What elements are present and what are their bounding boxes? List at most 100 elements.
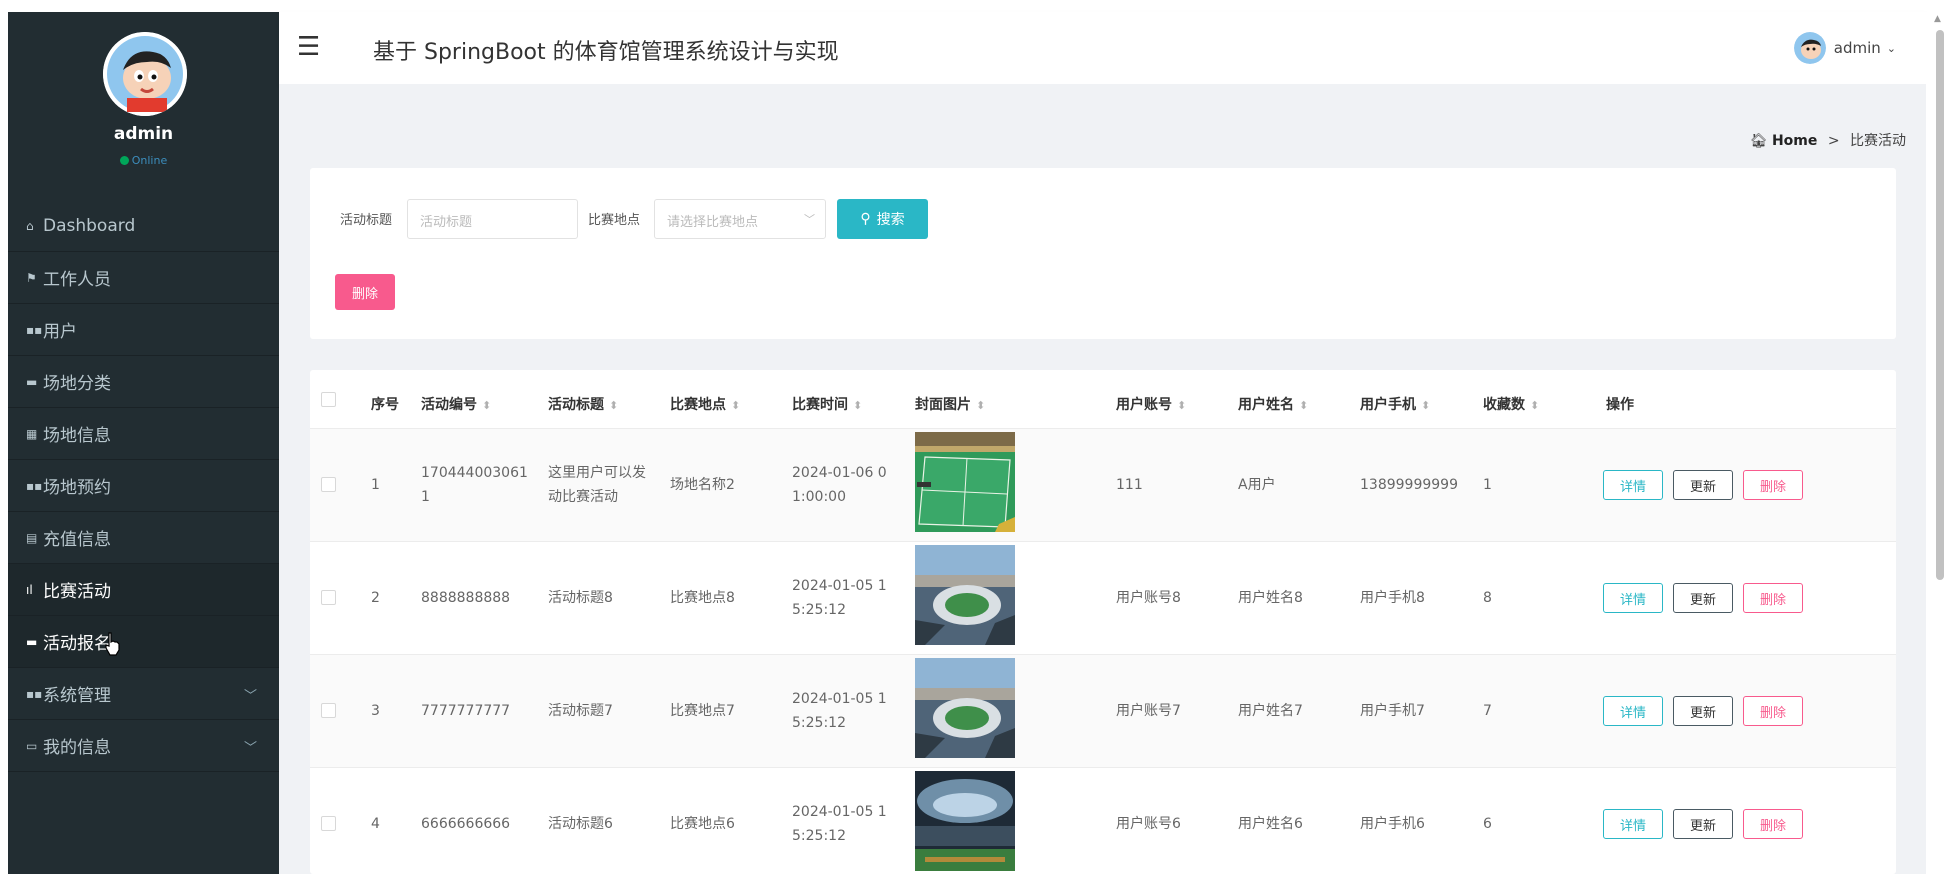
user-dropdown[interactable]: admin ⌄ <box>1793 32 1896 64</box>
sidebar-item-dashboard[interactable]: ⌂ Dashboard <box>8 200 279 252</box>
detail-button[interactable]: 详情 <box>1603 583 1663 613</box>
sidebar-item-registration[interactable]: ▬ 活动报名 <box>8 616 279 668</box>
cell-time-line: 5:25:12 <box>792 828 846 844</box>
flag-icon: ⚑ <box>26 270 37 285</box>
search-button[interactable]: ⚲ 搜索 <box>837 199 928 239</box>
badminton-court-image[interactable] <box>915 432 1015 532</box>
column-header-index: 序号 <box>371 397 399 413</box>
cell-account: 用户账号6 <box>1116 816 1181 832</box>
cell-name: 用户姓名6 <box>1238 816 1303 832</box>
sort-icon[interactable]: ⬍ <box>1177 399 1186 412</box>
sidebar-item-recharge[interactable]: ▤ 充值信息 <box>8 512 279 564</box>
cell-place: 比赛地点6 <box>670 816 735 832</box>
row-checkbox[interactable] <box>321 590 336 605</box>
sidebar-item-venue-category[interactable]: ▬ 场地分类 <box>8 356 279 408</box>
cell-phone: 用户手机7 <box>1360 703 1425 719</box>
sort-icon[interactable]: ⬍ <box>853 399 862 412</box>
breadcrumb-home[interactable]: Home <box>1772 133 1817 149</box>
column-header-time[interactable]: 比赛时间 ⬍ <box>792 394 862 414</box>
column-header-cover[interactable]: 封面图片 ⬍ <box>915 394 985 414</box>
row-checkbox[interactable] <box>321 816 336 831</box>
column-header-label: 收藏数 <box>1483 397 1525 413</box>
cell-index: 1 <box>371 477 380 493</box>
sidebar-item-label: 场地信息 <box>43 426 111 446</box>
column-header-account[interactable]: 用户账号 ⬍ <box>1116 394 1186 414</box>
detail-button[interactable]: 详情 <box>1603 696 1663 726</box>
column-header-code[interactable]: 活动编号 ⬍ <box>421 394 491 414</box>
place-select[interactable]: 请选择比赛地点 ﹀ <box>654 199 826 239</box>
scroll-up-icon[interactable]: ▲ <box>1934 14 1941 24</box>
column-header-favorites[interactable]: 收藏数 ⬍ <box>1483 394 1539 414</box>
cell-name: 用户姓名8 <box>1238 590 1303 606</box>
batch-delete-button[interactable]: 删除 <box>335 274 395 310</box>
update-button[interactable]: 更新 <box>1673 470 1733 500</box>
delete-button[interactable]: 删除 <box>1743 470 1803 500</box>
update-button[interactable]: 更新 <box>1673 696 1733 726</box>
title-search-input[interactable]: 活动标题 <box>407 199 578 239</box>
table-row: 2 8888888888 活动标题8 比赛地点8 2024-01-05 1 5:2… <box>310 542 1896 655</box>
cell-time-line: 2024-01-06 0 <box>792 465 887 481</box>
sidebar-item-label: 充值信息 <box>43 530 111 550</box>
sort-icon[interactable]: ⬍ <box>1421 399 1430 412</box>
table-row: 3 7777777777 活动标题7 比赛地点7 2024-01-05 1 5:2… <box>310 655 1896 768</box>
cell-code-line: 1 <box>421 489 430 505</box>
sort-icon[interactable]: ⬍ <box>1530 399 1539 412</box>
sidebar-item-system[interactable]: ▪▪ 系统管理 ﹀ <box>8 668 279 720</box>
column-header-label: 用户账号 <box>1116 397 1172 413</box>
delete-button[interactable]: 删除 <box>1743 809 1803 839</box>
update-button[interactable]: 更新 <box>1673 809 1733 839</box>
sort-icon[interactable]: ⬍ <box>609 399 618 412</box>
title-filter-label: 活动标题 <box>340 213 393 228</box>
search-icon: ⚲ <box>860 211 871 227</box>
delete-button[interactable]: 删除 <box>1743 583 1803 613</box>
cell-time-line: 2024-01-05 1 <box>792 691 887 707</box>
sidebar-item-my-info[interactable]: ▭ 我的信息 ﹀ <box>8 720 279 772</box>
detail-button[interactable]: 详情 <box>1603 470 1663 500</box>
avatar[interactable] <box>103 32 187 116</box>
update-button[interactable]: 更新 <box>1673 583 1733 613</box>
stadium-aerial-image[interactable] <box>915 545 1015 645</box>
detail-button[interactable]: 详情 <box>1603 809 1663 839</box>
cell-time: 2024-01-05 1 5:25:12 <box>792 800 887 848</box>
stadium-aerial-image[interactable] <box>915 658 1015 758</box>
cell-phone: 用户手机8 <box>1360 590 1425 606</box>
column-header-place[interactable]: 比赛地点 ⬍ <box>670 394 740 414</box>
row-checkbox[interactable] <box>321 703 336 718</box>
stadium-interior-image[interactable] <box>915 771 1015 871</box>
sidebar-item-venue-booking[interactable]: ▪▪ 场地预约 <box>8 460 279 512</box>
cell-account: 用户账号8 <box>1116 590 1181 606</box>
sidebar-menu: ⌂ Dashboard ⚑ 工作人员 ▪▪ 用户 ▬ 场地分类 ▦ 场地信息 ▪▪ 场地预约… <box>8 200 279 772</box>
cell-account: 111 <box>1116 477 1143 493</box>
scrollbar-thumb[interactable] <box>1936 30 1944 580</box>
column-header-label: 用户手机 <box>1360 397 1416 413</box>
sort-icon[interactable]: ⬍ <box>976 399 985 412</box>
sort-icon[interactable]: ⬍ <box>1299 399 1308 412</box>
sidebar-item-staff[interactable]: ⚑ 工作人员 <box>8 252 279 304</box>
cell-favorites: 1 <box>1483 477 1492 493</box>
row-checkbox[interactable] <box>321 477 336 492</box>
menu-toggle-icon[interactable]: ☰ <box>297 32 320 62</box>
sidebar-item-competition[interactable]: ıl 比赛活动 <box>8 564 279 616</box>
cell-name: A用户 <box>1238 477 1276 493</box>
sidebar-item-venue-info[interactable]: ▦ 场地信息 <box>8 408 279 460</box>
chevron-down-icon: ⌄ <box>1886 41 1896 55</box>
cell-code: 7777777777 <box>421 703 511 719</box>
sort-icon[interactable]: ⬍ <box>731 399 740 412</box>
page-title: 基于 SpringBoot 的体育馆管理系统设计与实现 <box>373 40 839 65</box>
sidebar-item-users[interactable]: ▪▪ 用户 <box>8 304 279 356</box>
window-icon: ▭ <box>26 738 38 753</box>
select-all-checkbox[interactable] <box>321 392 336 407</box>
sort-icon[interactable]: ⬍ <box>482 399 491 412</box>
column-header-name[interactable]: 用户姓名 ⬍ <box>1238 394 1308 414</box>
cell-time-line: 5:25:12 <box>792 715 846 731</box>
delete-button[interactable]: 删除 <box>1743 696 1803 726</box>
sidebar-item-label: 工作人员 <box>43 270 111 290</box>
chevron-down-icon: ﹀ <box>804 213 815 226</box>
column-header-phone[interactable]: 用户手机 ⬍ <box>1360 394 1430 414</box>
cell-time-line: 2024-01-05 1 <box>792 804 887 820</box>
car-icon: ▬ <box>26 634 38 649</box>
breadcrumb-separator: > <box>1827 133 1840 149</box>
column-header-title[interactable]: 活动标题 ⬍ <box>548 394 618 414</box>
cell-place: 场地名称2 <box>670 477 735 493</box>
cell-title: 活动标题7 <box>548 703 613 719</box>
